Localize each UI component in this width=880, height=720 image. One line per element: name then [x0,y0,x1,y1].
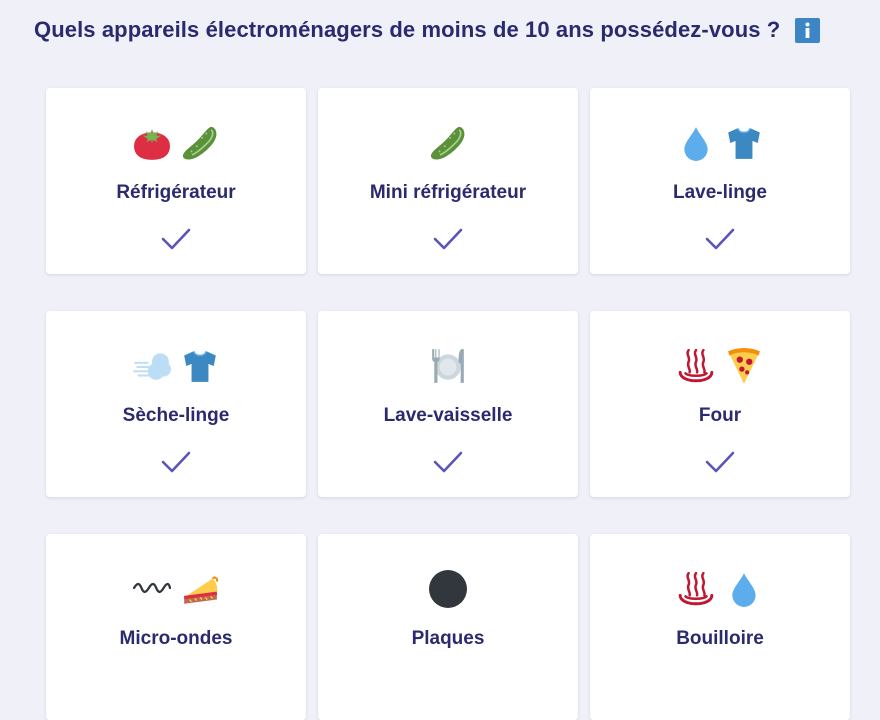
option-card-8[interactable]: Bouilloire [590,534,850,720]
option-label: Plaques [411,628,485,649]
option-card-3[interactable]: Sèche-linge [46,311,306,497]
option-card-6[interactable]: Micro-ondes [46,534,306,720]
droplet-icon [677,124,715,162]
option-icons [590,570,850,608]
checkmark-icon [433,228,463,250]
cucumber-icon [181,124,219,162]
option-icons [318,570,578,608]
hot-springs-icon [677,347,715,385]
option-icons [46,347,306,385]
info-icon[interactable] [795,17,821,43]
option-card-0[interactable]: Réfrigérateur [46,88,306,274]
black-circle-icon [429,570,467,608]
question-header: Quels appareils électroménagers de moins… [34,17,821,43]
option-icons [46,570,306,608]
hot-springs-icon [677,570,715,608]
option-label: Mini réfrigérateur [369,182,527,203]
checkmark-icon [705,228,735,250]
pizza-icon [725,347,763,385]
checkmark-icon [705,451,735,473]
wave-icon [133,570,171,608]
option-icons [318,347,578,385]
plate-cutlery-icon [429,347,467,385]
droplet-icon [725,570,763,608]
pie-icon [181,570,219,608]
options-grid: Réfrigérateur Mini réfrigérateur Lave-li… [46,88,850,720]
option-card-7[interactable]: Plaques [318,534,578,720]
option-label: Four [698,405,742,426]
option-label: Bouilloire [676,628,764,649]
checkmark-icon [433,451,463,473]
option-card-1[interactable]: Mini réfrigérateur [318,88,578,274]
tshirt-icon [725,124,763,162]
option-icons [590,347,850,385]
tomato-icon [133,124,171,162]
checkmark-icon [161,228,191,250]
option-card-5[interactable]: Four [590,311,850,497]
option-icons [318,124,578,162]
option-label: Micro-ondes [119,628,233,649]
option-card-2[interactable]: Lave-linge [590,88,850,274]
option-icons [590,124,850,162]
option-label: Sèche-linge [122,405,230,426]
option-label: Lave-vaisselle [383,405,513,426]
option-label: Lave-linge [673,182,767,203]
checkmark-icon [161,451,191,473]
tshirt-icon [181,347,219,385]
question-title: Quels appareils électroménagers de moins… [34,17,781,42]
cucumber-icon [429,124,467,162]
option-icons [46,124,306,162]
option-label: Réfrigérateur [116,182,236,203]
option-card-4[interactable]: Lave-vaisselle [318,311,578,497]
wind-icon [133,347,171,385]
